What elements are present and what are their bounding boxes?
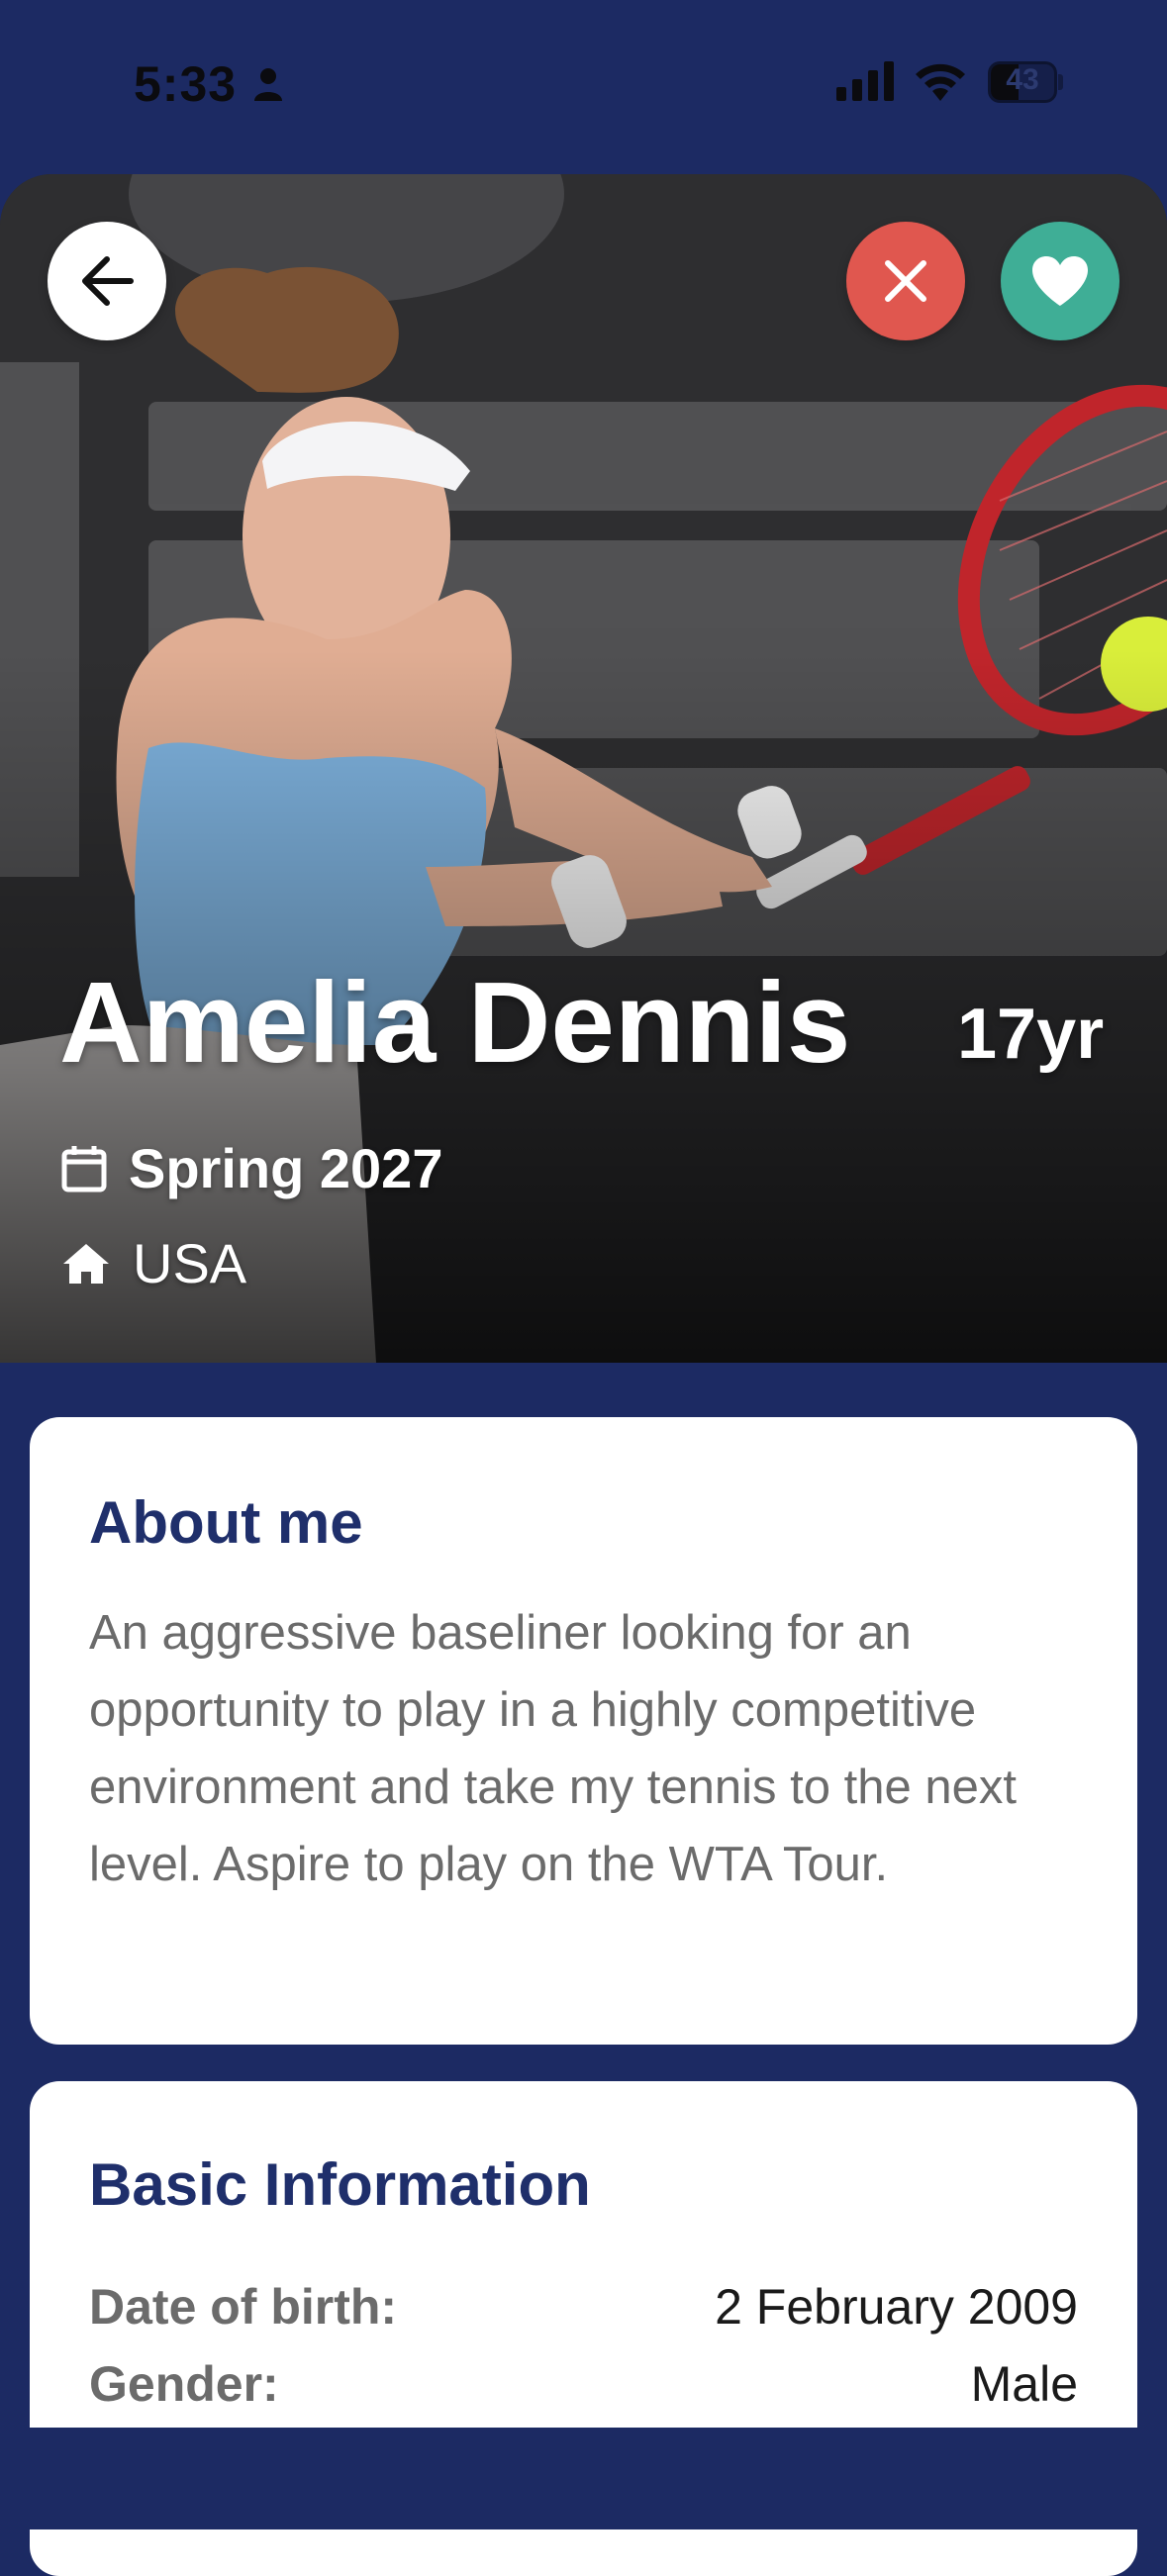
like-button[interactable] <box>1001 222 1119 340</box>
info-row-gender: Gender: Male <box>89 2345 1078 2423</box>
arrow-left-icon <box>82 256 134 306</box>
battery-indicator: 43 <box>988 61 1063 103</box>
reject-button[interactable] <box>846 222 965 340</box>
status-bar: 5:33 43 <box>0 0 1167 168</box>
close-icon <box>885 260 926 302</box>
battery-percent: 43 <box>1006 63 1039 96</box>
person-icon <box>254 68 282 101</box>
about-card: About me An aggressive baseliner looking… <box>30 1417 1137 2045</box>
home-icon <box>63 1243 109 1284</box>
profile-hero: Amelia Dennis 17yr Spring 2027 USA <box>0 174 1167 1363</box>
basic-info-title: Basic Information <box>89 2151 591 2218</box>
athlete-name: Amelia Dennis <box>59 958 851 1087</box>
info-value: 2 February 2009 <box>715 2279 1078 2335</box>
wifi-icon <box>916 63 965 101</box>
about-text: An aggressive baseliner looking for an o… <box>89 1606 1017 1891</box>
info-label: Date of birth: <box>89 2279 398 2335</box>
status-time: 5:33 <box>134 56 238 112</box>
country-text: USA <box>133 1232 247 1294</box>
back-button[interactable] <box>48 222 166 340</box>
calendar-icon <box>61 1145 107 1192</box>
graduation-text: Spring 2027 <box>129 1137 443 1199</box>
signal-icon <box>836 61 894 101</box>
heart-icon <box>1032 256 1088 306</box>
info-row-date-of-birth: Date of birth: 2 February 2009 <box>89 2268 1078 2345</box>
info-label: Gender: <box>89 2356 279 2412</box>
bottom-bar <box>0 2428 1167 2529</box>
athlete-age: 17yr <box>957 995 1105 1074</box>
country-row: USA <box>61 1231 246 1295</box>
graduation-row: Spring 2027 <box>61 1136 442 1200</box>
about-title: About me <box>89 1489 363 1556</box>
info-value: Male <box>970 2356 1078 2412</box>
